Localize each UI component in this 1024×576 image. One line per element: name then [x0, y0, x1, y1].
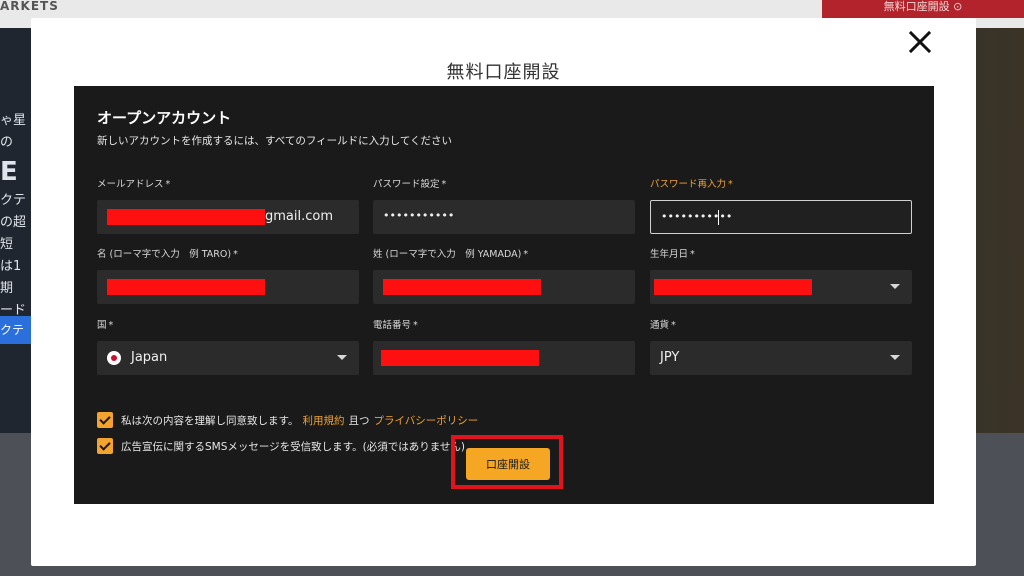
form-subtitle: 新しいアカウントを作成するには、すべてのフィールドに入力してください	[97, 135, 453, 147]
sms-consent-row: 広告宣伝に関するSMSメッセージを受信致します。(必須ではありません)	[97, 437, 465, 455]
password-input[interactable]: •••••••••••	[373, 200, 635, 234]
email-input[interactable]: gmail.com	[97, 200, 359, 234]
first-name-input[interactable]	[97, 270, 359, 304]
form-heading: オープンアカウント	[97, 109, 232, 127]
password-confirm-field-group: パスワード再入力 * •••••••••••	[650, 178, 912, 234]
email-field-group: メールアドレス * gmail.com	[97, 178, 359, 234]
background-logo: ARKETS	[0, 0, 59, 12]
phone-field-group: 電話番号 *	[373, 319, 635, 375]
first-name-label: 名 (ローマ字で入力 例 TARO) *	[97, 249, 238, 260]
sms-checkbox[interactable]	[97, 438, 113, 454]
country-field-group: 国 * Japan	[97, 319, 359, 375]
terms-text: 私は次の内容を理解し同意致します。	[121, 414, 299, 427]
terms-consent-row: 私は次の内容を理解し同意致します。 利用規約 且つ プライバシーポリシー	[97, 411, 482, 429]
redaction-mark	[383, 279, 541, 295]
chevron-down-icon	[337, 355, 347, 360]
password-confirm-input[interactable]: •••••••••••	[650, 200, 912, 234]
currency-select[interactable]: JPY	[650, 341, 912, 375]
country-select[interactable]: Japan	[97, 341, 359, 375]
last-name-label: 姓 (ローマ字で入力 例 YAMADA) *	[373, 249, 529, 260]
country-label: 国 *	[97, 320, 114, 331]
redaction-mark	[107, 279, 265, 295]
email-label: メールアドレス *	[97, 179, 171, 190]
last-name-field-group: 姓 (ローマ字で入力 例 YAMADA) *	[373, 248, 635, 304]
currency-label: 通貨 *	[650, 320, 676, 331]
close-icon[interactable]	[906, 28, 934, 56]
password-field-group: パスワード設定 * •••••••••••	[373, 178, 635, 234]
phone-label: 電話番号 *	[373, 320, 418, 331]
last-name-input[interactable]	[373, 270, 635, 304]
redaction-mark	[381, 350, 539, 366]
open-account-button[interactable]: 口座開設	[466, 448, 550, 480]
chevron-down-icon	[890, 355, 900, 360]
birthdate-select[interactable]	[650, 270, 912, 304]
password-label: パスワード設定 *	[373, 179, 447, 190]
modal-title: 無料口座開設	[446, 62, 561, 83]
terms-link[interactable]: 利用規約	[302, 413, 344, 428]
chevron-down-icon	[890, 284, 900, 289]
birthdate-label: 生年月日 *	[650, 249, 695, 260]
currency-field-group: 通貨 * JPY	[650, 319, 912, 375]
privacy-policy-link[interactable]: プライバシーポリシー	[373, 413, 478, 428]
country-value: Japan	[131, 350, 168, 365]
birthdate-field-group: 生年月日 *	[650, 248, 912, 304]
text-caret	[718, 210, 719, 225]
terms-checkbox[interactable]	[97, 412, 113, 428]
currency-value: JPY	[660, 350, 680, 365]
redaction-mark	[654, 279, 812, 295]
japan-flag-icon	[107, 351, 121, 365]
password-confirm-label: パスワード再入力 *	[650, 179, 733, 190]
background-open-account-button: 無料口座開設 ⊙	[822, 0, 1024, 18]
account-modal: 無料口座開設 オープンアカウント 新しいアカウントを作成するには、すべてのフィー…	[31, 18, 976, 566]
terms-conjunction: 且つ	[348, 414, 370, 427]
first-name-field-group: 名 (ローマ字で入力 例 TARO) *	[97, 248, 359, 304]
redaction-mark	[107, 209, 265, 225]
password-confirm-mask: •••••••••••	[661, 210, 733, 223]
email-value: gmail.com	[265, 209, 334, 224]
password-mask: •••••••••••	[383, 209, 455, 222]
background-hero-button: クテ	[0, 316, 34, 344]
signup-form: オープンアカウント 新しいアカウントを作成するには、すべてのフィールドに入力して…	[74, 86, 934, 504]
phone-input[interactable]	[373, 341, 635, 375]
sms-consent-text: 広告宣伝に関するSMSメッセージを受信致します。(必須ではありません)	[121, 440, 466, 453]
background-hero-text: ゃ星の E クテ の超短 は1期 ード ・広	[0, 113, 27, 340]
